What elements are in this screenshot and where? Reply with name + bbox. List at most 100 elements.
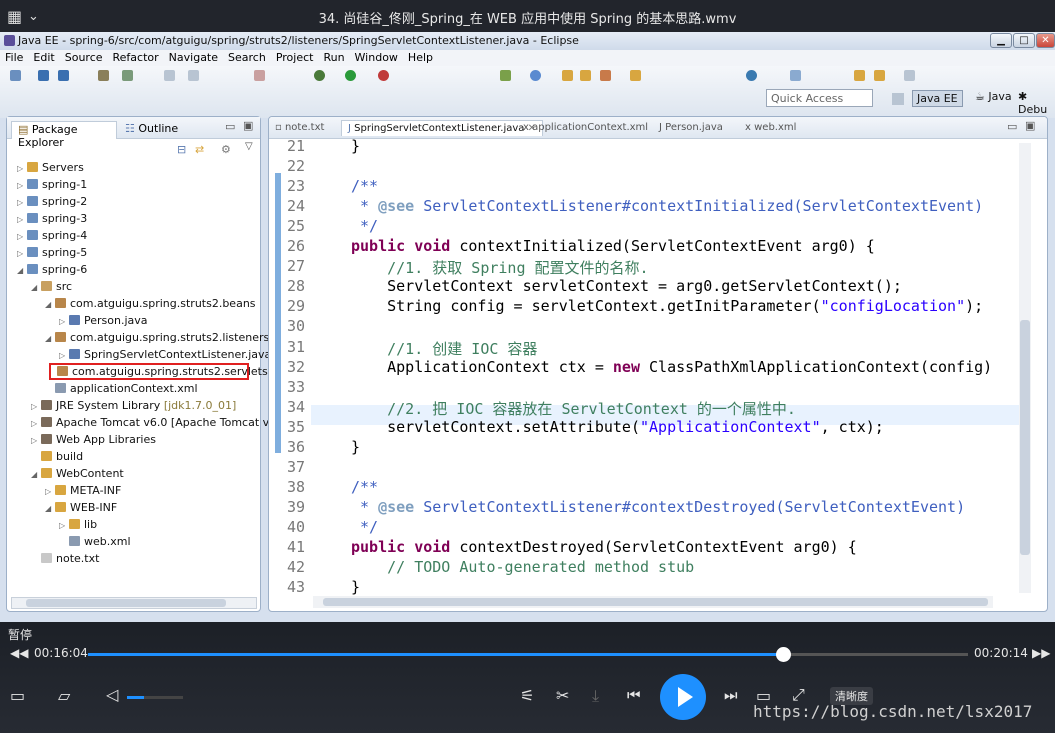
volume-icon[interactable]: ◁ [106,685,118,704]
tree-item-spring-3[interactable]: ▷ spring-3 [17,212,87,225]
tab-applicationcontext-xml[interactable]: x applicationContext.xml [523,122,648,133]
scrollbar-thumb[interactable] [1020,320,1030,555]
tab-package-explorer[interactable]: ▤ Package Explorer [11,121,117,149]
menu-search[interactable]: Search [223,50,271,64]
tree-item-spring-6[interactable]: ◢ spring-6 [17,263,87,276]
volume-slider[interactable] [127,696,183,699]
next-icon[interactable]: ⏭ [724,686,738,704]
open-type-icon[interactable] [562,70,573,81]
tree-item-person-java[interactable]: ▷ Person.java [59,314,148,327]
menu-navigate[interactable]: Navigate [164,50,223,64]
collapse-all-icon[interactable]: ⊟ [177,143,186,156]
suspend-icon[interactable] [254,70,265,81]
scrollbar-thumb[interactable] [26,599,226,607]
rewind-icon[interactable]: ◀◀ [10,646,28,660]
new-icon[interactable] [10,70,21,81]
minimize-editor-icon[interactable]: ▭ [1007,120,1017,133]
perspective-java[interactable]: ☕ Java [975,90,1012,103]
menu-window[interactable]: Window [350,50,403,64]
tree-item-jre-library[interactable]: ▷ JRE System Library [jdk1.7.0_01] [31,399,236,412]
tree-item-spring-1[interactable]: ▷ spring-1 [17,178,87,191]
tree-item-spring-2[interactable]: ▷ spring-2 [17,195,87,208]
tab-listener-java[interactable]: J SpringServletContextListener.java ✕ [341,120,543,136]
tree-item-package-servlets[interactable]: com.atguigu.spring.struts2.servlets [49,363,268,380]
perspective-debug[interactable]: ✱ Debu [1018,90,1055,116]
scissors-icon[interactable]: ✂ [556,686,569,705]
tree-item-webcontent[interactable]: ◢ WebContent [31,467,124,480]
tree-item-webapp-libraries[interactable]: ▷ Web App Libraries [31,433,156,446]
minimize-button[interactable]: ▁ [990,33,1012,48]
external-tools-icon[interactable] [378,70,389,81]
run-icon[interactable] [345,70,356,81]
view-menu-icon[interactable]: ⚙ [221,143,231,156]
open-folder-icon[interactable] [580,70,591,81]
tree-item-spring-5[interactable]: ▷ spring-5 [17,246,87,259]
play-button[interactable] [660,674,706,720]
tab-web-xml[interactable]: x web.xml [745,122,796,133]
fast-forward-icon[interactable]: ▶▶ [1032,646,1050,660]
open-folder-icon[interactable]: ▱ [58,686,70,705]
maximize-view-icon[interactable]: ▣ [243,119,253,132]
menu-project[interactable]: Project [271,50,319,64]
tree-item-build[interactable]: build [31,450,83,463]
briefcase-icon[interactable]: ▭ [10,686,25,705]
menu-help[interactable]: Help [403,50,438,64]
previous-icon[interactable]: ⏮ [627,686,641,704]
scrollbar-thumb[interactable] [323,598,988,606]
skip-breakpoints-icon[interactable] [98,70,109,81]
tree-item-web-xml[interactable]: web.xml [59,535,131,548]
menu-source[interactable]: Source [60,50,108,64]
pin-icon[interactable] [904,70,915,81]
horizontal-scrollbar[interactable] [313,596,993,608]
new-class-icon[interactable] [530,70,541,81]
menu-edit[interactable]: Edit [28,50,59,64]
menu-file[interactable]: File [0,50,28,64]
equalizer-icon[interactable]: ⚟ [520,686,534,705]
terminate-icon[interactable] [122,70,133,81]
tree-item-note-txt[interactable]: note.txt [31,552,99,565]
tree-item-servers[interactable]: ▷ Servers [17,161,84,174]
open-task-icon[interactable] [630,70,641,81]
tree-item-lib[interactable]: ▷ lib [59,518,97,531]
menu-run[interactable]: Run [318,50,349,64]
debug-icon[interactable] [314,70,325,81]
horizontal-scrollbar[interactable] [11,597,257,609]
maximize-button[interactable]: □ [1013,33,1035,48]
progress-track[interactable] [88,647,968,662]
close-button[interactable]: ✕ [1036,33,1055,48]
tree-item-package-beans[interactable]: ◢ com.atguigu.spring.struts2.beans [45,297,256,310]
tab-outline[interactable]: ☷ Outline [125,122,178,135]
globe-icon[interactable] [746,70,757,81]
perspective-javaee[interactable]: Java EE [912,90,963,107]
back-icon[interactable] [854,70,865,81]
tree-item-spring-4[interactable]: ▷ spring-4 [17,229,87,242]
new-server-icon[interactable] [500,70,511,81]
tree-item-package-listeners[interactable]: ◢ com.atguigu.spring.struts2.listeners [45,331,269,344]
tree-item-meta-inf[interactable]: ▷ META-INF [45,484,121,497]
vertical-scrollbar[interactable] [1019,143,1031,593]
progress-handle[interactable] [776,647,792,662]
save-icon[interactable] [38,70,49,81]
link-editor-icon[interactable]: ⇄ [195,143,204,156]
tree-item-listener-java[interactable]: ▷ SpringServletContextListener.java [59,348,271,361]
tree-item-tomcat-library[interactable]: ▷ Apache Tomcat v6.0 [Apache Tomcat v6.0] [31,416,291,429]
forward-icon[interactable] [874,70,885,81]
tree-item-web-inf[interactable]: ◢ WEB-INF [45,501,117,514]
tab-note-txt[interactable]: ▫ note.txt [275,122,324,133]
save-all-icon[interactable] [58,70,69,81]
download-icon[interactable]: ⤓ [592,686,599,706]
minimize-view-icon[interactable]: ▭ [225,120,235,133]
tree-item-src[interactable]: ◢ src [31,280,72,293]
open-perspective-icon[interactable] [892,93,904,105]
view-dropdown-icon[interactable]: ▽ [245,141,253,152]
tab-person-java[interactable]: J Person.java [659,122,723,133]
next-annotation-icon[interactable] [790,70,801,81]
step-over-icon[interactable] [188,70,199,81]
tree-item-applicationcontext-xml[interactable]: applicationContext.xml [45,382,198,395]
search-tool-icon[interactable] [600,70,611,81]
maximize-editor-icon[interactable]: ▣ [1025,119,1035,132]
code-area[interactable]: 21} 22 23 /** 24 * @see ServletContextListen… [269,137,1031,596]
menu-refactor[interactable]: Refactor [108,50,164,64]
quick-access-input[interactable]: Quick Access [766,89,873,107]
step-into-icon[interactable] [164,70,175,81]
